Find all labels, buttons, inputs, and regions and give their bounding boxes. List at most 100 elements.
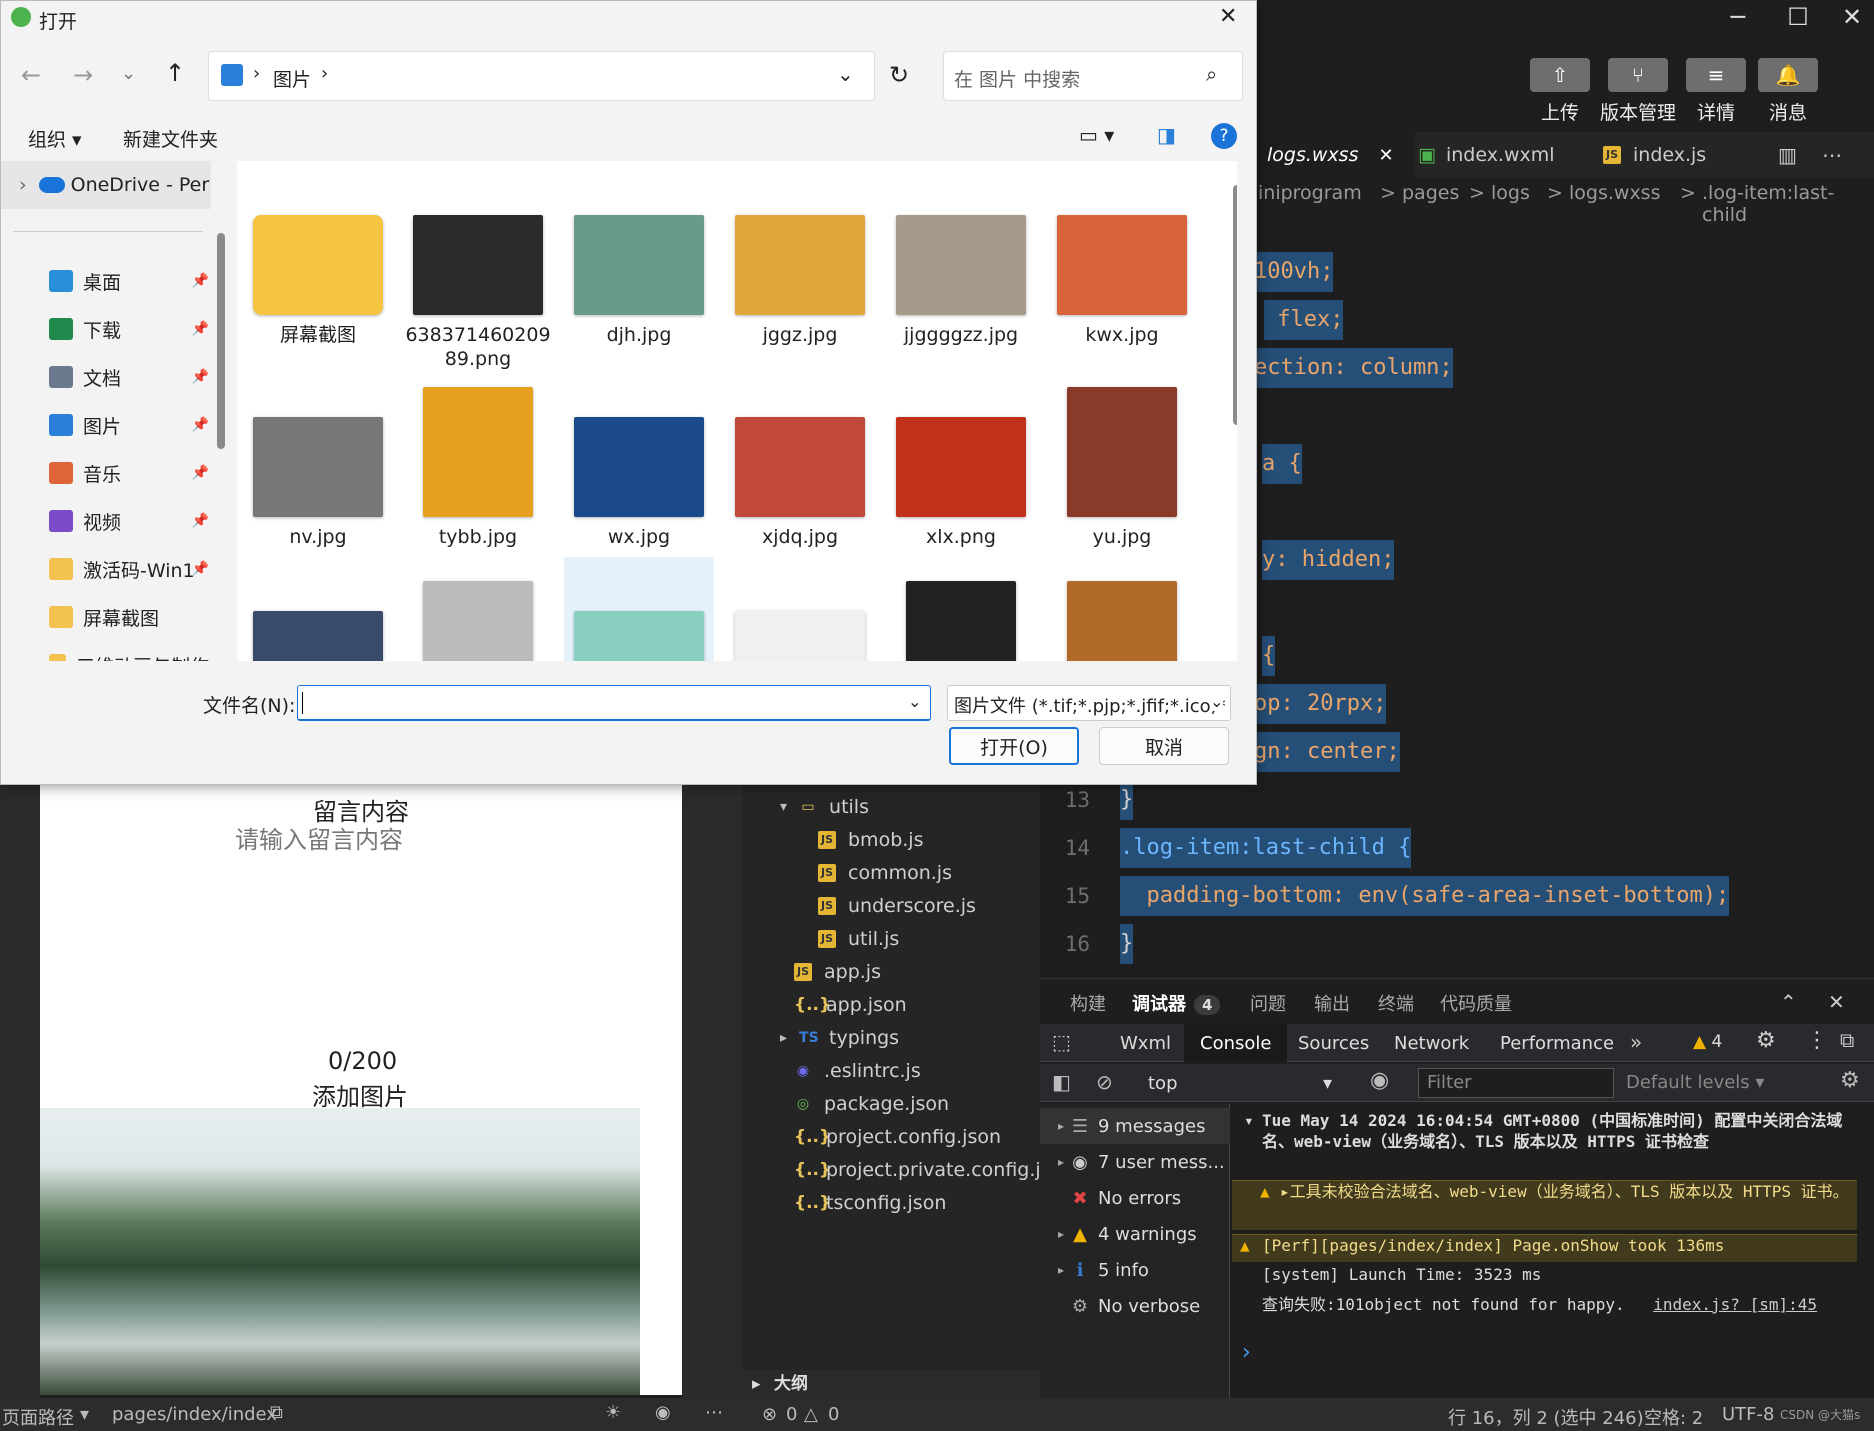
console-filter-item[interactable]: ▸ ☰ 9 messages [1040, 1108, 1230, 1144]
toolbar-bell-button[interactable]: 🔔 [1758, 58, 1818, 92]
file-item[interactable]: 638371460209 89.png [403, 161, 553, 370]
pin-icon[interactable]: 📌 [192, 273, 209, 289]
new-folder-button[interactable]: 新建文件夹 [123, 125, 218, 152]
cancel-button[interactable]: 取消 [1099, 727, 1229, 765]
search-box[interactable]: 在 图片 中搜索 ⌕ [943, 51, 1243, 101]
outline-section[interactable]: ▸ 大纲 [742, 1370, 1040, 1398]
file-item[interactable] [243, 557, 393, 661]
split-editor-icon[interactable]: ▥ [1778, 132, 1797, 178]
address-location[interactable]: 图片 [273, 65, 311, 92]
file-item[interactable] [1047, 557, 1197, 661]
chevron-down-icon[interactable]: ⌄ [908, 692, 921, 711]
minimize-button[interactable]: ─ [1708, 0, 1768, 34]
close-panel-icon[interactable]: ✕ [1828, 990, 1845, 1014]
inspect-icon[interactable]: ⬚ [1052, 1030, 1071, 1054]
devtools-tab[interactable]: Wxml [1104, 1024, 1187, 1062]
file-item[interactable]: djh.jpg [564, 161, 714, 357]
panel-tab[interactable]: 问题 [1250, 990, 1286, 1016]
add-image-label[interactable]: 添加图片 [312, 1077, 408, 1112]
open-button[interactable]: 打开(O) [949, 727, 1079, 765]
tree-item[interactable]: JS util.js [818, 923, 899, 955]
sidebar-toggle-icon[interactable]: ◧ [1052, 1070, 1071, 1094]
tree-item[interactable]: ▾ ▭ utils [780, 791, 869, 823]
breadcrumb-item[interactable]: .log-item:last-child [1702, 182, 1874, 226]
console-filter-item[interactable]: ▸ ▲ 4 warnings [1040, 1216, 1230, 1252]
page-path[interactable]: pages/index/index [112, 1404, 277, 1425]
warning-counter[interactable]: ▲ 4 [1693, 1032, 1722, 1052]
toolbar-menu-button[interactable]: ≡ [1686, 58, 1746, 92]
file-item[interactable]: nv.jpg [243, 363, 393, 559]
filename-input[interactable]: ⌄ [297, 685, 931, 721]
tree-item[interactable]: {..} project.private.config.js... [794, 1154, 1069, 1186]
indent-setting[interactable]: 空格: 2 [1644, 1404, 1703, 1430]
bug-icon[interactable]: ☀ [605, 1402, 621, 1423]
tree-item[interactable]: {..} project.config.json [794, 1121, 1001, 1153]
tree-item[interactable]: ◉ .eslintrc.js [794, 1055, 921, 1087]
nav-item[interactable]: 图片 📌 [49, 405, 209, 445]
back-arrow-icon[interactable]: ← [21, 61, 41, 89]
nav-item[interactable]: 桌面 📌 [49, 261, 209, 301]
console-settings-icon[interactable]: ⚙ [1840, 1068, 1860, 1093]
close-icon[interactable]: ✕ [1219, 4, 1237, 29]
file-item[interactable] [403, 557, 553, 661]
devtools-tab[interactable]: Network [1378, 1024, 1485, 1062]
pin-icon[interactable]: 📌 [192, 465, 209, 481]
settings-icon[interactable]: ⚙ [1756, 1028, 1776, 1053]
file-item[interactable]: tybb.jpg [403, 363, 553, 559]
pin-icon[interactable]: 📌 [192, 369, 209, 385]
panel-tab[interactable]: 调试器 4 [1132, 990, 1221, 1016]
forward-arrow-icon[interactable]: → [73, 61, 93, 89]
devtools-tab[interactable]: Performance [1484, 1024, 1630, 1062]
maximize-button[interactable]: ☐ [1768, 0, 1828, 34]
breadcrumb-item[interactable]: logs [1491, 182, 1530, 204]
view-icon[interactable]: ▭ ▾ [1079, 123, 1114, 147]
panel-tab[interactable]: 输出 [1314, 990, 1350, 1016]
breadcrumb-item[interactable]: pages [1402, 182, 1459, 204]
address-bar[interactable]: › 图片 › ⌄ [208, 51, 875, 101]
recent-dropdown-icon[interactable]: ⌄ [121, 63, 136, 84]
tree-item[interactable]: JS app.js [794, 956, 881, 988]
search-icon[interactable]: ⌕ [1206, 62, 1217, 86]
up-arrow-icon[interactable]: ↑ [165, 59, 185, 87]
toolbar-branch-button[interactable]: ⑂ [1608, 58, 1668, 92]
address-history-icon[interactable]: ⌄ [837, 62, 854, 86]
clear-console-icon[interactable]: ⊘ [1096, 1070, 1113, 1094]
console-filter-item[interactable]: ▸ ◉ 7 user mess... [1040, 1144, 1230, 1180]
file-item[interactable] [564, 557, 714, 661]
file-item[interactable] [886, 557, 1036, 661]
pin-icon[interactable]: 📌 [192, 561, 209, 577]
tab-index-js[interactable]: JS index.js [1603, 132, 1706, 178]
preview-pane-icon[interactable]: ◨ [1157, 123, 1176, 147]
refresh-icon[interactable]: ↻ [889, 61, 909, 89]
devtools-tab[interactable]: Console [1184, 1024, 1288, 1062]
file-item[interactable]: jggz.jpg [725, 161, 875, 357]
tree-item[interactable]: {..} tsconfig.json [794, 1187, 946, 1219]
page-path-label[interactable]: 页面路径 [2, 1404, 74, 1430]
devtools-tab[interactable]: Sources [1282, 1024, 1385, 1062]
tree-item[interactable]: JS common.js [818, 857, 952, 889]
error-count[interactable]: 0 [786, 1404, 797, 1425]
nav-item[interactable]: 文档 📌 [49, 357, 209, 397]
tree-item[interactable]: ◎ package.json [794, 1088, 949, 1120]
encoding[interactable]: UTF-8 [1722, 1404, 1774, 1425]
pin-icon[interactable]: 📌 [192, 321, 209, 337]
file-item[interactable]: 屏幕截图 [243, 161, 393, 357]
nav-item[interactable]: 下载 📌 [49, 309, 209, 349]
levels-dropdown[interactable]: Default levels ▾ [1626, 1072, 1764, 1093]
panel-tab[interactable]: 终端 [1378, 990, 1414, 1016]
chevron-up-icon[interactable]: ⌃ [1780, 990, 1797, 1014]
file-item[interactable]: jjggggzz.jpg [886, 161, 1036, 357]
chevron-down-icon[interactable]: ▾ [1244, 1110, 1254, 1131]
console-filter-item[interactable]: ▸ ℹ 5 info [1040, 1252, 1230, 1288]
breadcrumb-item[interactable]: logs.wxss [1569, 182, 1660, 204]
console-filter-item[interactable]: ▸⚙No verbose [1040, 1288, 1230, 1324]
pin-icon[interactable]: 📌 [192, 513, 209, 529]
file-item[interactable] [725, 557, 875, 661]
cursor-position[interactable]: 行 16，列 2 (选中 246) [1448, 1404, 1644, 1430]
file-item[interactable]: wx.jpg [564, 363, 714, 559]
preview-eye-icon[interactable]: ◉ [655, 1402, 671, 1423]
undock-icon[interactable]: ⧉ [1840, 1028, 1854, 1052]
panel-tab[interactable]: 构建 [1070, 990, 1106, 1016]
grid-scrollbar[interactable] [1233, 185, 1237, 425]
tab-logs-wxss[interactable]: logs.wxss ✕ [1255, 132, 1415, 178]
